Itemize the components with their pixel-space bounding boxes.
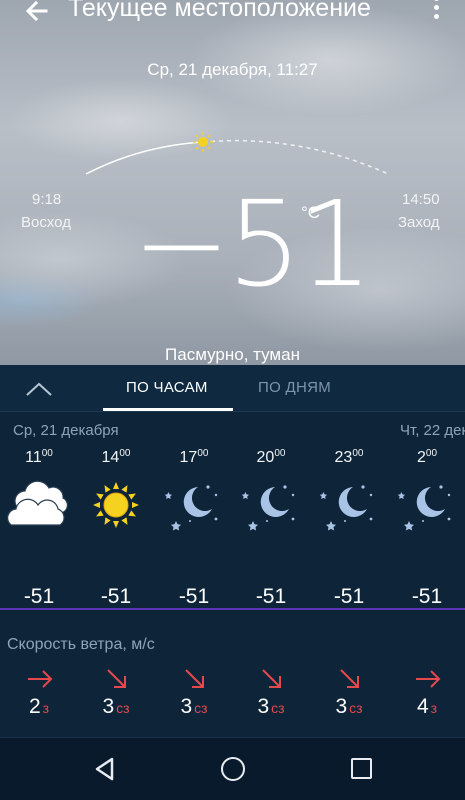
wind-speed-value: 3 сз xyxy=(155,695,233,719)
chevron-up-icon xyxy=(26,382,52,396)
hour-column: 200 -51 xyxy=(388,448,465,608)
wind-speed-number: 3 xyxy=(257,695,270,718)
nav-recents-button[interactable] xyxy=(351,758,372,779)
wind-direction: сз xyxy=(116,700,130,716)
current-datetime: Ср, 21 декабря, 11:27 xyxy=(147,60,318,79)
southeast-arrow-icon xyxy=(258,667,286,691)
moon-stars-icon xyxy=(160,475,228,535)
hour-time: 2000 xyxy=(256,448,286,466)
hour-column: 1100 -51 xyxy=(0,448,78,608)
hour-time: 1400 xyxy=(101,448,131,466)
overflow-menu-button[interactable] xyxy=(430,0,444,24)
wind-direction: з xyxy=(430,700,438,716)
hour-temperature: -51 xyxy=(255,585,287,608)
wind-speed-value: 3 сз xyxy=(77,695,155,719)
forecast-tabs: ПО ЧАСАМ ПО ДНЯМ xyxy=(0,365,465,412)
temperature-line xyxy=(0,608,465,610)
arrow-left-icon xyxy=(25,0,48,22)
page-title: Текущее местоположение xyxy=(68,0,371,22)
moon-stars-icon xyxy=(237,475,305,535)
sun-icon xyxy=(82,475,150,535)
southeast-arrow-icon xyxy=(336,667,364,691)
hour-temperature: -51 xyxy=(100,585,132,608)
sun-position-icon xyxy=(193,132,213,152)
hour-column: 1400 -51 xyxy=(77,448,155,608)
wind-direction: з xyxy=(42,700,50,716)
wind-direction: сз xyxy=(271,700,285,716)
southeast-arrow-icon xyxy=(181,667,209,691)
hourly-forecast[interactable]: 1100 -51 1400 -51 1700 -51 2000 -51 2300 -51 200 -5… xyxy=(0,448,465,608)
hour-column: 1700 -51 xyxy=(155,448,233,608)
active-tab-indicator xyxy=(103,408,233,411)
sunrise-time: 9:18 xyxy=(32,191,62,208)
hour-temperature: -51 xyxy=(23,585,55,608)
day-label-today: Ср, 21 декабря xyxy=(13,422,119,439)
wind-speed-value: 3 сз xyxy=(310,695,388,719)
wind-speed-number: 3 xyxy=(335,695,348,718)
wind-direction: сз xyxy=(194,700,208,716)
hour-time: 1700 xyxy=(179,448,209,466)
moon-stars-icon xyxy=(315,475,383,535)
wind-speed-title: Скорость ветра, м/с xyxy=(7,636,155,653)
wind-direction: сз xyxy=(349,700,363,716)
wind-speed-number: 3 xyxy=(102,695,115,718)
hour-column: 2300 -51 xyxy=(310,448,388,608)
day-label-tomorrow: Чт, 22 дек xyxy=(400,422,465,439)
sunset-label: Заход xyxy=(398,214,440,231)
wind-speed-number: 4 xyxy=(416,695,429,718)
east-arrow-icon xyxy=(26,667,54,691)
wind-forecast: 2 з 3 сз 3 сз 3 сз 3 сз 4 з xyxy=(0,665,465,725)
hour-time: 1100 xyxy=(25,448,53,466)
weather-condition: Пасмурно, туман xyxy=(165,345,300,364)
hour-column: 2000 -51 xyxy=(232,448,310,608)
weather-header: Текущее местоположение Ср, 21 декабря, 1… xyxy=(0,0,465,365)
wind-speed-number: 2 xyxy=(28,695,41,718)
tab-daily[interactable]: ПО ДНЯМ xyxy=(258,379,331,396)
hour-temperature: -51 xyxy=(411,585,443,608)
top-bar: Текущее местоположение xyxy=(0,0,465,28)
collapse-button[interactable] xyxy=(22,375,56,403)
wind-speed-value: 4з xyxy=(388,695,465,719)
wind-speed-number: 3 xyxy=(180,695,193,718)
hour-time: 2300 xyxy=(334,448,364,466)
hour-temperature: -51 xyxy=(178,585,210,608)
moon-stars-icon xyxy=(393,475,461,535)
current-temperature: −51 xyxy=(132,175,373,313)
southeast-arrow-icon xyxy=(103,667,131,691)
east-arrow-icon xyxy=(414,667,442,691)
sunset-time: 14:50 xyxy=(402,191,440,208)
tab-hourly[interactable]: ПО ЧАСАМ xyxy=(126,379,208,396)
back-button[interactable] xyxy=(22,0,52,26)
hour-temperature: -51 xyxy=(333,585,365,608)
hour-time: 200 xyxy=(416,448,438,466)
system-navigation-bar xyxy=(0,737,465,800)
nav-home-button[interactable] xyxy=(221,757,245,781)
cloudy-icon xyxy=(5,475,73,535)
triangle-back-icon xyxy=(95,757,114,781)
wind-speed-value: 2з xyxy=(0,695,78,719)
sunrise-label: Восход xyxy=(21,214,71,231)
wind-speed-value: 3 сз xyxy=(232,695,310,719)
forecast-panel: ПО ЧАСАМ ПО ДНЯМ Ср, 21 декабря Чт, 22 д… xyxy=(0,365,465,737)
temperature-unit[interactable]: °C xyxy=(301,203,320,223)
nav-back-button[interactable] xyxy=(92,756,118,782)
